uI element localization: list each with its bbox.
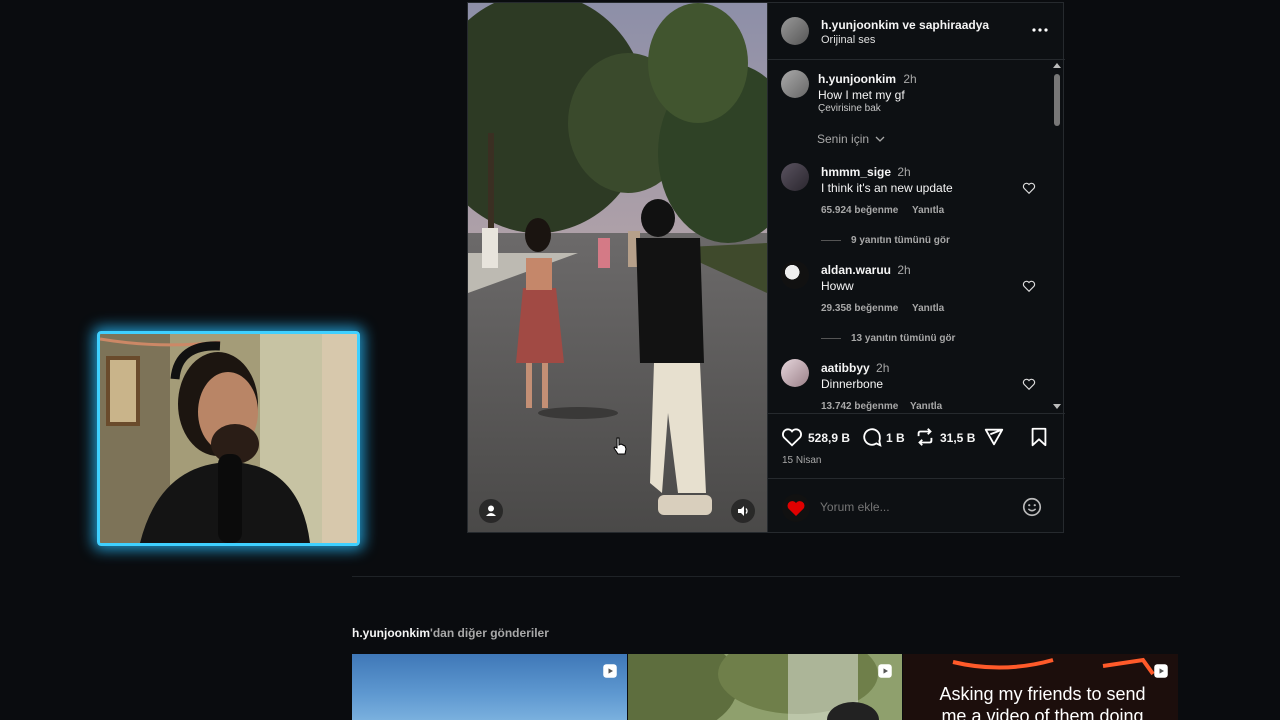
comment-avatar[interactable] — [781, 163, 809, 191]
comment-header: aldan.waruu 2h — [821, 263, 911, 277]
comment-likes[interactable]: 29.358 beğenme — [821, 303, 898, 314]
more-posts-heading: h.yunjoonkim'dan diğer gönderiler — [352, 626, 549, 640]
caption-avatar[interactable] — [781, 70, 809, 98]
more-options-icon[interactable] — [1030, 22, 1050, 38]
comments-list[interactable]: h.yunjoonkim 2h How I met my gf Çevirisi… — [768, 60, 1065, 412]
caption-text: How I met my gf — [818, 88, 905, 102]
replies-divider — [821, 338, 841, 339]
comment-count[interactable]: 1 B — [886, 431, 905, 445]
comment-time: 2h — [897, 165, 911, 179]
hand-cursor-icon — [613, 437, 627, 455]
translate-link[interactable]: Çevirisine bak — [818, 103, 881, 114]
current-user-avatar[interactable] — [782, 494, 810, 522]
like-heart-icon[interactable] — [781, 426, 803, 448]
mute-button[interactable] — [731, 499, 755, 523]
comment-text: Dinnerbone — [821, 377, 884, 391]
comments-scrollbar[interactable] — [1051, 60, 1063, 412]
comment-text: I think it's an new update — [821, 181, 953, 195]
thumbnail-caption: Asking my friends to send me a video of … — [939, 684, 1146, 720]
speaker-icon — [738, 506, 748, 516]
comment-like-heart-icon[interactable] — [1022, 279, 1036, 293]
comment-reply-link[interactable]: Yanıtla — [912, 205, 944, 216]
emoji-icon[interactable] — [1021, 496, 1043, 518]
comment-input[interactable] — [820, 496, 1010, 518]
webcam-overlay — [97, 331, 360, 546]
comment-text: Howw — [821, 279, 854, 293]
comment-reply-link[interactable]: Yanıtla — [910, 401, 942, 412]
post-side-panel: h.yunjoonkim ve saphiraadya Orijinal ses… — [767, 3, 1065, 532]
author-avatar[interactable] — [781, 17, 809, 45]
repost-icon[interactable] — [914, 426, 936, 448]
replies-divider — [821, 240, 841, 241]
more-posts-thumbnail[interactable] — [352, 654, 627, 720]
chevron-down-icon — [875, 136, 885, 142]
reel-icon — [878, 664, 892, 678]
comment-username[interactable]: hmmm_sige — [821, 165, 891, 179]
comment-likes[interactable]: 65.924 beğenme — [821, 205, 898, 216]
comment-username[interactable]: aatibbyy — [821, 361, 870, 375]
reel-icon — [603, 664, 617, 678]
comment-time: 2h — [876, 361, 890, 375]
comment-likes[interactable]: 13.742 beğenme — [821, 401, 898, 412]
actions-divider — [768, 413, 1065, 414]
view-replies-link[interactable]: 9 yanıtın tümünü gör — [851, 235, 950, 246]
caption-header: h.yunjoonkim 2h — [818, 72, 917, 86]
post-card: h.yunjoonkim ve saphiraadya Orijinal ses… — [467, 2, 1065, 533]
heart-avatar-icon — [787, 501, 805, 516]
input-divider — [768, 478, 1065, 479]
post-authors[interactable]: h.yunjoonkim ve saphiraadya — [821, 18, 989, 32]
reel-icon — [1154, 664, 1168, 678]
section-divider — [352, 576, 1180, 577]
caption-username[interactable]: h.yunjoonkim — [818, 72, 896, 86]
comment-reply-link[interactable]: Yanıtla — [912, 303, 944, 314]
bookmark-icon[interactable] — [1028, 426, 1050, 448]
streamer-image — [100, 334, 357, 543]
post-date[interactable]: 15 Nisan — [782, 455, 821, 466]
more-posts-thumbnail[interactable]: Asking my friends to send me a video of … — [903, 654, 1178, 720]
comment-avatar[interactable] — [781, 359, 809, 387]
comment-header: aatibbyy 2h — [821, 361, 889, 375]
comment-time: 2h — [897, 263, 911, 277]
comment-avatar[interactable] — [781, 261, 809, 289]
user-tag-button[interactable] — [479, 499, 503, 523]
comment-icon[interactable] — [861, 426, 883, 448]
person-icon — [486, 505, 496, 516]
video-player[interactable] — [468, 3, 767, 532]
caption-time: 2h — [903, 72, 917, 86]
more-posts-suffix: 'dan diğer gönderiler — [430, 626, 549, 640]
thumbnail-image — [628, 654, 902, 720]
share-icon[interactable] — [983, 426, 1005, 448]
view-replies-link[interactable]: 13 yanıtın tümünü gör — [851, 333, 955, 344]
comment-like-heart-icon[interactable] — [1022, 377, 1036, 391]
more-posts-username[interactable]: h.yunjoonkim — [352, 626, 430, 640]
sort-label: Senin için — [817, 132, 870, 146]
repost-count[interactable]: 31,5 B — [940, 431, 975, 445]
comment-username[interactable]: aldan.waruu — [821, 263, 891, 277]
comment-header: hmmm_sige 2h — [821, 165, 911, 179]
audio-label[interactable]: Orijinal ses — [821, 34, 875, 46]
sort-dropdown[interactable]: Senin için — [817, 132, 885, 146]
comment-like-heart-icon[interactable] — [1022, 181, 1036, 195]
like-count[interactable]: 528,9 B — [808, 431, 850, 445]
more-posts-thumbnail[interactable] — [628, 654, 902, 720]
